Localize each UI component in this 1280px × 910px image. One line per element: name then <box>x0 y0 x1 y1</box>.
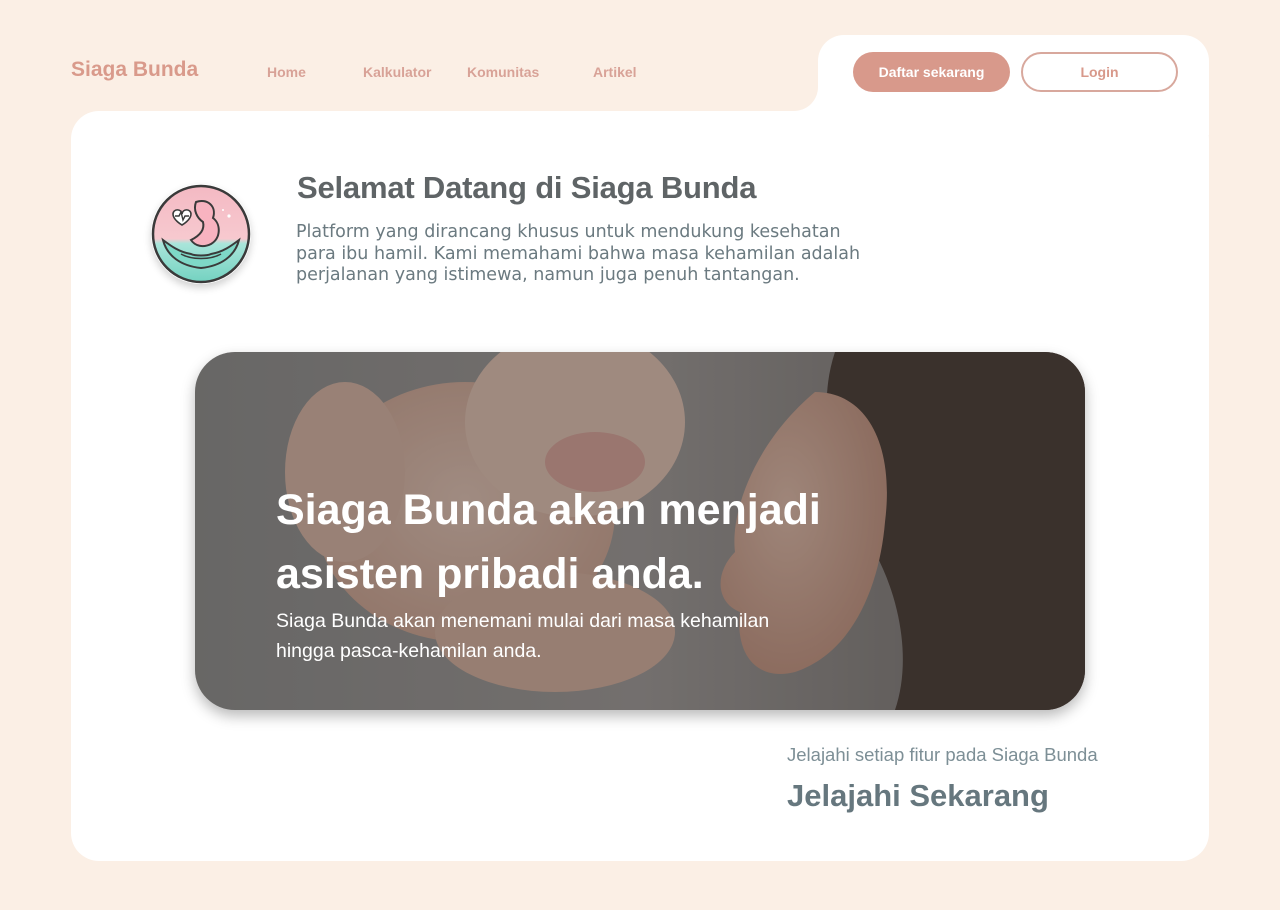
page: Siaga Bunda Home Kalkulator Komunitas Ar… <box>0 0 1280 910</box>
nav-link-kalkulator[interactable]: Kalkulator <box>363 64 431 80</box>
nav-link-komunitas[interactable]: Komunitas <box>467 64 539 80</box>
register-button[interactable]: Daftar sekarang <box>853 52 1010 92</box>
nav-link-artikel[interactable]: Artikel <box>593 64 637 80</box>
card-corner-join <box>790 83 818 111</box>
welcome-title: Selamat Datang di Siaga Bunda <box>297 170 757 205</box>
siaga-bunda-logo-icon <box>151 184 251 284</box>
hero-banner: Siaga Bunda akan menjadi asisten pribadi… <box>195 352 1085 710</box>
hero-title: Siaga Bunda akan menjadi asisten pribadi… <box>276 486 821 598</box>
hero-subtitle: Siaga Bunda akan menemani mulai dari mas… <box>276 610 770 662</box>
login-button[interactable]: Login <box>1021 52 1178 92</box>
brand-logo-text[interactable]: Siaga Bunda <box>71 58 198 82</box>
welcome-description: Platform yang dirancang khusus untuk men… <box>296 222 861 285</box>
explore-now-link[interactable]: Jelajahi Sekarang <box>787 778 1049 814</box>
nav-link-home[interactable]: Home <box>267 64 306 80</box>
explore-subtitle: Jelajahi setiap fitur pada Siaga Bunda <box>787 744 1098 765</box>
